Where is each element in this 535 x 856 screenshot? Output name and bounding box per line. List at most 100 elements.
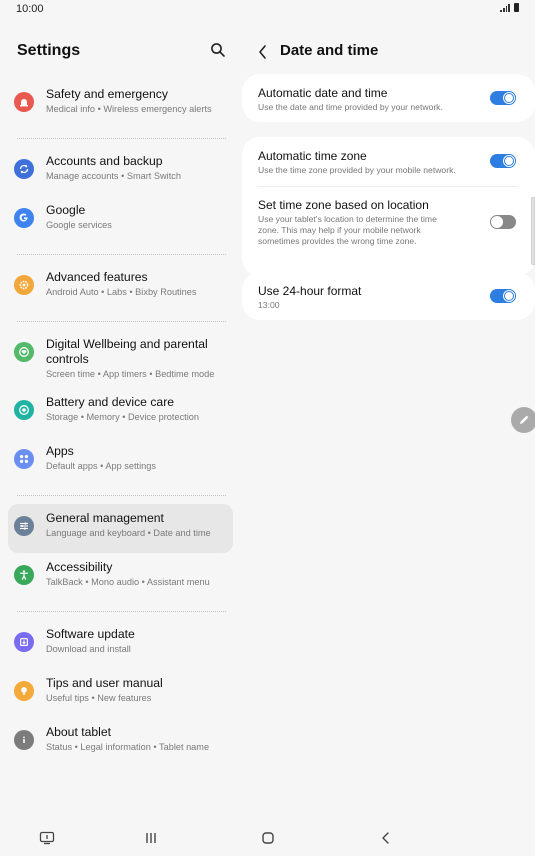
settings-item-device-care[interactable]: Battery and device care Storage • Memory … (8, 388, 233, 437)
accessibility-icon (14, 565, 34, 585)
auto-date-toggle[interactable] (490, 91, 516, 105)
navigation-bar (0, 818, 535, 856)
gear-plus-icon (14, 275, 34, 295)
back-button[interactable] (257, 44, 269, 60)
auto-zone-row[interactable]: Automatic time zone Use the time zone pr… (258, 149, 518, 176)
section-divider (8, 314, 233, 328)
settings-item-title: Battery and device care (46, 395, 175, 409)
home-icon (262, 832, 274, 844)
section-divider (8, 131, 233, 145)
settings-item-gear-plus[interactable]: Advanced features Android Auto • Labs • B… (8, 263, 233, 312)
settings-group: Advanced features Android Auto • Labs • B… (8, 261, 233, 314)
settings-item-lightbulb[interactable]: Tips and user manual Useful tips • New fe… (8, 669, 233, 718)
search-icon (211, 43, 225, 57)
zone-location-toggle[interactable] (490, 215, 516, 229)
format-card: Use 24-hour format 13:00 (242, 272, 535, 320)
auto-zone-toggle[interactable] (490, 154, 516, 168)
settings-item-info[interactable]: About tablet Status • Legal information •… (8, 718, 233, 767)
settings-item-subtitle: Download and install (46, 644, 131, 654)
settings-item-title: About tablet (46, 725, 112, 739)
settings-item-title: Accounts and backup (46, 154, 163, 168)
auto-zone-sub: Use the time zone provided by your mobil… (258, 165, 456, 175)
settings-item-google[interactable]: Google Google services (8, 196, 233, 245)
settings-item-title: Software update (46, 627, 135, 641)
sliders-icon (14, 516, 34, 536)
edit-button[interactable] (511, 407, 535, 433)
settings-list: Safety and emergency Medical info • Wirel… (8, 78, 233, 769)
taskbar-icon (39, 831, 55, 845)
settings-item-subtitle: Useful tips • New features (46, 693, 152, 703)
settings-item-text: Digital Wellbeing and parental controls S… (46, 337, 227, 380)
apps-grid-icon (14, 449, 34, 469)
row-divider (258, 186, 517, 187)
zone-location-sub: Use your tablet's location to determine … (258, 214, 437, 246)
section-divider (8, 488, 233, 502)
settings-item-title: Safety and emergency (46, 87, 168, 101)
toggle-knob (503, 155, 515, 167)
toggle-knob (491, 216, 503, 228)
settings-group: General management Language and keyboard … (8, 502, 233, 604)
settings-item-text: Accessibility TalkBack • Mono audio • Ass… (46, 560, 210, 588)
settings-item-apps-grid[interactable]: Apps Default apps • App settings (8, 437, 233, 486)
settings-group: Digital Wellbeing and parental controls S… (8, 328, 233, 488)
settings-item-title: Advanced features (46, 270, 148, 284)
settings-item-title: General management (46, 511, 164, 525)
settings-item-subtitle: Medical info • Wireless emergency alerts (46, 104, 212, 114)
settings-item-subtitle: Status • Legal information • Tablet name (46, 742, 210, 752)
toggle-knob (503, 290, 515, 302)
sync-icon (14, 159, 34, 179)
zone-location-title: Set time zone based on location (258, 198, 429, 212)
zone-location-row[interactable]: Set time zone based on location Use your… (258, 198, 518, 247)
toggle-knob (503, 92, 515, 104)
lightbulb-icon (14, 681, 34, 701)
settings-item-subtitle: Storage • Memory • Device protection (46, 412, 199, 422)
settings-item-siren[interactable]: Safety and emergency Medical info • Wirel… (8, 80, 233, 129)
format24-row[interactable]: Use 24-hour format 13:00 (258, 284, 518, 311)
settings-item-text: Google Google services (46, 203, 112, 231)
signal-icon (500, 3, 510, 12)
settings-item-text: Advanced features Android Auto • Labs • B… (46, 270, 196, 298)
status-icons (500, 3, 519, 12)
settings-group: Software update Download and install Tips … (8, 618, 233, 769)
auto-zone-title: Automatic time zone (258, 149, 367, 163)
settings-item-subtitle: Google services (46, 220, 112, 230)
siren-icon (14, 92, 34, 112)
auto-date-sub: Use the date and time provided by your n… (258, 102, 443, 112)
settings-item-sliders[interactable]: General management Language and keyboard … (8, 504, 233, 553)
settings-item-text: General management Language and keyboard … (46, 511, 211, 539)
settings-item-title: Apps (46, 444, 74, 458)
date-time-pane: Date and time Automatic date and time Us… (242, 18, 535, 818)
settings-item-accessibility[interactable]: Accessibility TalkBack • Mono audio • Ass… (8, 553, 233, 602)
recents-button[interactable] (143, 830, 159, 846)
settings-item-subtitle: Android Auto • Labs • Bixby Routines (46, 287, 197, 297)
chevron-left-icon (259, 45, 266, 59)
edge-panel-handle[interactable] (531, 197, 535, 265)
settings-pane: Settings Safety and emergency Medical inf… (0, 18, 240, 818)
settings-item-title: Digital Wellbeing and parental controls (46, 337, 208, 366)
format24-toggle[interactable] (490, 289, 516, 303)
home-button[interactable] (260, 830, 276, 846)
settings-item-title: Google (46, 203, 86, 217)
settings-group: Safety and emergency Medical info • Wirel… (8, 78, 233, 131)
settings-item-text: Tips and user manual Useful tips • New fe… (46, 676, 163, 704)
heart-circle-icon (14, 342, 34, 362)
settings-group: Accounts and backup Manage accounts • Sma… (8, 145, 233, 247)
recents-icon (146, 833, 156, 843)
search-button[interactable] (210, 42, 228, 60)
taskbar-button[interactable] (39, 830, 55, 846)
settings-item-text: Battery and device care Storage • Memory … (46, 395, 199, 423)
settings-item-update[interactable]: Software update Download and install (8, 620, 233, 669)
settings-item-heart-circle[interactable]: Digital Wellbeing and parental controls S… (8, 330, 233, 388)
time-zone-card: Automatic time zone Use the time zone pr… (242, 137, 535, 276)
status-time: 10:00 (16, 3, 44, 15)
auto-date-title: Automatic date and time (258, 86, 388, 100)
battery-icon (514, 3, 519, 12)
back-nav-button[interactable] (378, 830, 394, 846)
format24-sub: 13:00 (258, 300, 280, 310)
settings-item-subtitle: TalkBack • Mono audio • Assistant menu (46, 577, 210, 587)
settings-item-sync[interactable]: Accounts and backup Manage accounts • Sma… (8, 147, 233, 196)
auto-date-row[interactable]: Automatic date and time Use the date and… (258, 86, 518, 113)
format24-title: Use 24-hour format (258, 284, 362, 298)
auto-date-card: Automatic date and time Use the date and… (242, 74, 535, 122)
back-icon (382, 832, 389, 844)
